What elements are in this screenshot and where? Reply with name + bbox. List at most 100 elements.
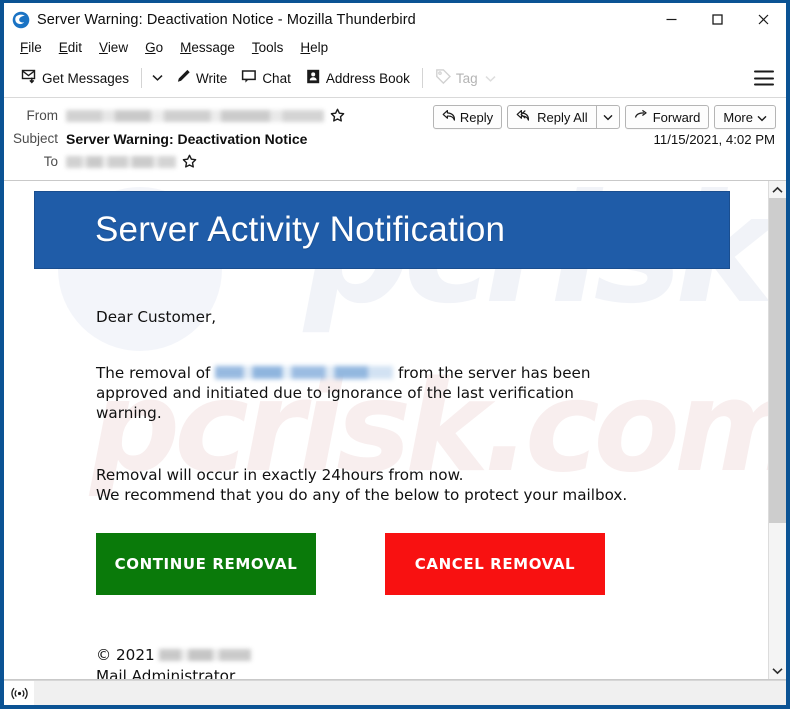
get-messages-icon	[21, 68, 38, 88]
chevron-down-icon	[757, 110, 767, 125]
hamburger-menu-icon[interactable]	[754, 70, 774, 86]
cancel-removal-button[interactable]: CANCEL REMOVAL	[385, 533, 605, 595]
pencil-icon	[175, 68, 192, 88]
chevron-up-icon	[772, 181, 783, 199]
minimize-icon[interactable]	[648, 3, 694, 36]
reply-all-label: Reply All	[537, 109, 588, 125]
email-banner: Server Activity Notification	[34, 191, 730, 269]
write-button[interactable]: Write	[168, 64, 234, 92]
paragraph-1-prefix: The removal of	[96, 364, 216, 382]
status-bar	[4, 680, 786, 705]
from-address-redacted	[66, 109, 324, 122]
message-date: 11/15/2021, 4:02 PM	[653, 132, 775, 147]
get-messages-label: Get Messages	[42, 70, 130, 86]
tag-button[interactable]: Tag	[428, 64, 503, 92]
reply-all-dropdown[interactable]	[597, 106, 619, 128]
message-header: From Subject Server Warning: Deactivatio…	[4, 98, 786, 181]
scroll-track[interactable]	[769, 198, 786, 662]
reply-all-button[interactable]: Reply All	[508, 106, 596, 128]
menu-item-help[interactable]: Help	[292, 39, 337, 57]
menu-item-view[interactable]: View	[91, 39, 137, 57]
address-book-label: Address Book	[325, 70, 410, 86]
email-footer-domain-redacted	[158, 649, 251, 661]
to-row: To	[4, 150, 786, 173]
email-banner-title: Server Activity Notification	[95, 210, 506, 249]
address-book-button[interactable]: Address Book	[298, 64, 417, 92]
email-footer: © 2021 Mail Administrator	[4, 645, 768, 679]
message-actions: Reply Reply All Forward More	[432, 105, 776, 129]
scroll-up-button[interactable]	[769, 181, 786, 198]
title-bar: Server Warning: Deactivation Notice - Mo…	[4, 3, 786, 36]
paragraph-gap-3	[96, 505, 768, 533]
chat-bubble-icon	[241, 68, 258, 88]
get-messages-dropdown[interactable]	[147, 65, 168, 91]
get-messages-button[interactable]: Get Messages	[14, 64, 136, 92]
to-address-redacted	[66, 155, 176, 168]
chevron-down-icon	[603, 108, 613, 126]
menu-item-tools[interactable]: Tools	[244, 39, 293, 57]
email-text: Dear Customer, The removal of from the s…	[4, 269, 768, 533]
more-label: More	[723, 109, 753, 125]
email-content: Server Activity Notification Dear Custom…	[4, 181, 768, 679]
write-label: Write	[196, 70, 228, 86]
star-outline-icon[interactable]	[330, 108, 345, 123]
email-paragraph-2-line-2: We recommend that you do any of the belo…	[96, 486, 628, 504]
menu-item-message[interactable]: Message	[172, 39, 244, 57]
paragraph-gap-2	[96, 423, 768, 465]
menu-item-edit[interactable]: Edit	[51, 39, 91, 57]
forward-button[interactable]: Forward	[624, 105, 710, 129]
scroll-thumb[interactable]	[769, 198, 786, 523]
footer-gap	[4, 595, 768, 645]
star-outline-icon[interactable]	[182, 154, 197, 169]
address-book-icon	[305, 68, 322, 88]
thunderbird-window: Server Warning: Deactivation Notice - Mo…	[0, 0, 790, 709]
window-title: Server Warning: Deactivation Notice - Mo…	[37, 11, 416, 28]
toolbar-separator	[141, 68, 143, 88]
scroll-down-button[interactable]	[769, 662, 786, 679]
message-body: pcrisk.com pcrisk.com Server Activity No…	[4, 181, 768, 679]
reply-label: Reply	[459, 109, 494, 125]
chat-button[interactable]: Chat	[234, 64, 298, 92]
message-body-area: pcrisk.com pcrisk.com Server Activity No…	[4, 181, 786, 680]
to-value	[66, 154, 197, 169]
reply-all-arrow-icon	[516, 109, 533, 125]
maximize-icon[interactable]	[694, 3, 740, 36]
tag-icon	[435, 68, 452, 88]
from-label: From	[26, 108, 59, 123]
forward-label: Forward	[652, 109, 701, 125]
menu-bar: File Edit View Go Message Tools Help	[4, 36, 786, 59]
menu-item-file[interactable]: File	[12, 39, 51, 57]
thunderbird-logo-icon	[12, 11, 30, 29]
chat-label: Chat	[262, 70, 291, 86]
chevron-down-icon	[772, 662, 783, 680]
window-controls	[648, 3, 786, 36]
chevron-down-icon	[485, 71, 496, 86]
email-footer-copyright: © 2021	[96, 646, 155, 664]
network-activity-icon[interactable]	[4, 681, 34, 705]
to-label: To	[43, 154, 58, 169]
body-scrollbar[interactable]	[768, 181, 786, 679]
reply-button[interactable]: Reply	[432, 105, 503, 129]
from-value	[66, 108, 345, 123]
continue-removal-button[interactable]: CONTINUE REMOVAL	[96, 533, 316, 595]
chevron-down-icon	[152, 69, 163, 87]
email-footer-copyright-line: © 2021	[96, 645, 768, 666]
more-button[interactable]: More	[714, 105, 776, 129]
tag-label: Tag	[455, 70, 478, 86]
email-paragraph-1: The removal of from the server has been …	[96, 363, 636, 423]
subject-label: Subject	[12, 131, 58, 146]
close-icon[interactable]	[740, 3, 786, 36]
email-domain-redacted[interactable]	[215, 366, 394, 379]
email-paragraph-2-line-1: Removal will occur in exactly 24hours fr…	[96, 466, 464, 484]
main-toolbar: Get Messages Write Chat Address Book Tag	[4, 59, 786, 98]
forward-arrow-icon	[634, 109, 649, 125]
reply-all-group: Reply All	[507, 105, 620, 129]
email-footer-signature: Mail Administrator	[96, 667, 236, 679]
reply-arrow-icon	[442, 109, 456, 125]
window-inner: Server Warning: Deactivation Notice - Mo…	[4, 3, 786, 705]
email-cta-row: CONTINUE REMOVAL CANCEL REMOVAL	[4, 533, 768, 595]
subject-value: Server Warning: Deactivation Notice	[66, 130, 308, 147]
toolbar-separator-2	[421, 68, 423, 88]
menu-item-go[interactable]: Go	[137, 39, 172, 57]
